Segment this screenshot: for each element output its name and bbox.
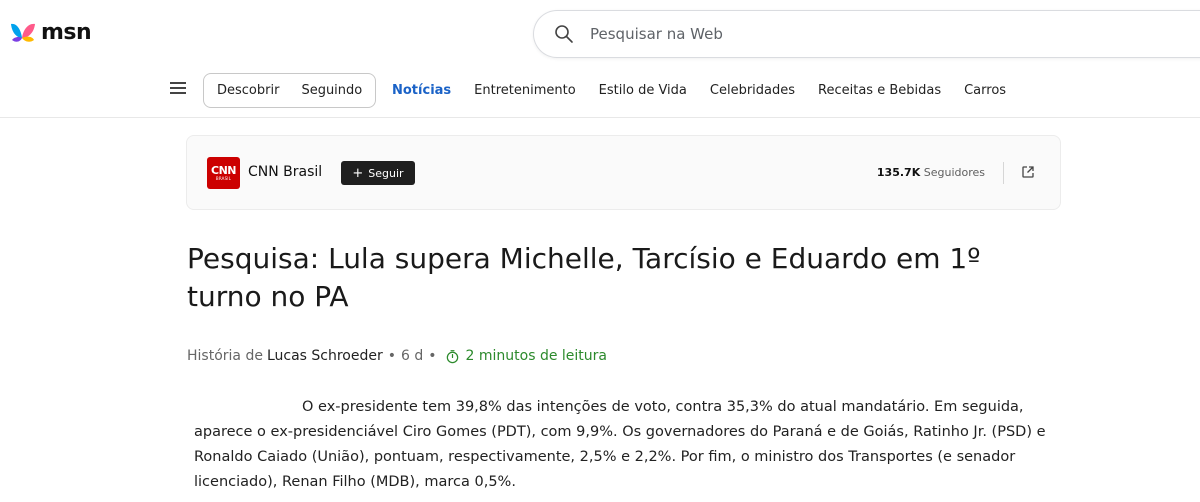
- nav-link-entertainment[interactable]: Entretenimento: [474, 83, 576, 98]
- timer-icon: [446, 349, 458, 363]
- category-links: Notícias Entretenimento Estilo de Vida C…: [392, 73, 1006, 108]
- feed-toggle: Descobrir Seguindo: [203, 73, 377, 108]
- cnn-logo-text: CNN: [211, 163, 237, 177]
- nav-link-lifestyle[interactable]: Estilo de Vida: [599, 83, 687, 98]
- tab-following[interactable]: Seguindo: [301, 83, 362, 98]
- follow-label: Seguir: [368, 166, 404, 180]
- cnn-brasil-logo[interactable]: CNN BRASIL: [207, 157, 240, 189]
- byline: História de Lucas Schroeder • 6 d • 2 mi…: [187, 348, 607, 364]
- msn-butterfly-icon: [11, 23, 35, 42]
- search-icon: [555, 25, 573, 43]
- nav-link-news[interactable]: Notícias: [392, 83, 451, 98]
- follow-button[interactable]: + Seguir: [341, 161, 415, 185]
- cnn-logo-subtext: BRASIL: [215, 175, 232, 181]
- search-box[interactable]: [533, 10, 1200, 58]
- byline-prefix: História de: [187, 348, 263, 364]
- article-age: 6 d: [401, 348, 424, 364]
- msn-logo[interactable]: msn: [8, 20, 92, 45]
- plus-icon: +: [352, 165, 364, 181]
- menu-icon[interactable]: [170, 82, 186, 96]
- followers-count: 135.7K Seguidores: [877, 166, 985, 179]
- nav-link-recipes[interactable]: Receitas e Bebidas: [818, 83, 941, 98]
- article-paragraph: O ex-presidente tem 39,8% das intenções …: [194, 399, 1046, 490]
- source-name[interactable]: CNN Brasil: [248, 164, 322, 180]
- author-link[interactable]: Lucas Schroeder: [267, 348, 383, 364]
- nav-link-cars[interactable]: Carros: [964, 83, 1006, 98]
- followers-number: 135.7K: [876, 166, 921, 179]
- separator-dot: •: [428, 348, 437, 364]
- tab-discover[interactable]: Descobrir: [217, 83, 279, 98]
- source-card: CNN BRASIL CNN Brasil + Seguir 135.7K Se…: [186, 135, 1061, 210]
- followers-label: Seguidores: [923, 166, 985, 179]
- logo-text: msn: [41, 20, 92, 45]
- separator-dot: •: [387, 348, 397, 364]
- divider: [1003, 162, 1004, 184]
- external-link-icon[interactable]: [1021, 165, 1035, 179]
- top-nav: Descobrir Seguindo Notícias Entretenimen…: [0, 72, 1200, 118]
- nav-link-celebrities[interactable]: Celebridades: [710, 83, 795, 98]
- article-title: Pesquisa: Lula supera Michelle, Tarcísio…: [187, 242, 981, 313]
- search-input[interactable]: [590, 25, 990, 43]
- read-time: 2 minutos de leitura: [465, 348, 608, 364]
